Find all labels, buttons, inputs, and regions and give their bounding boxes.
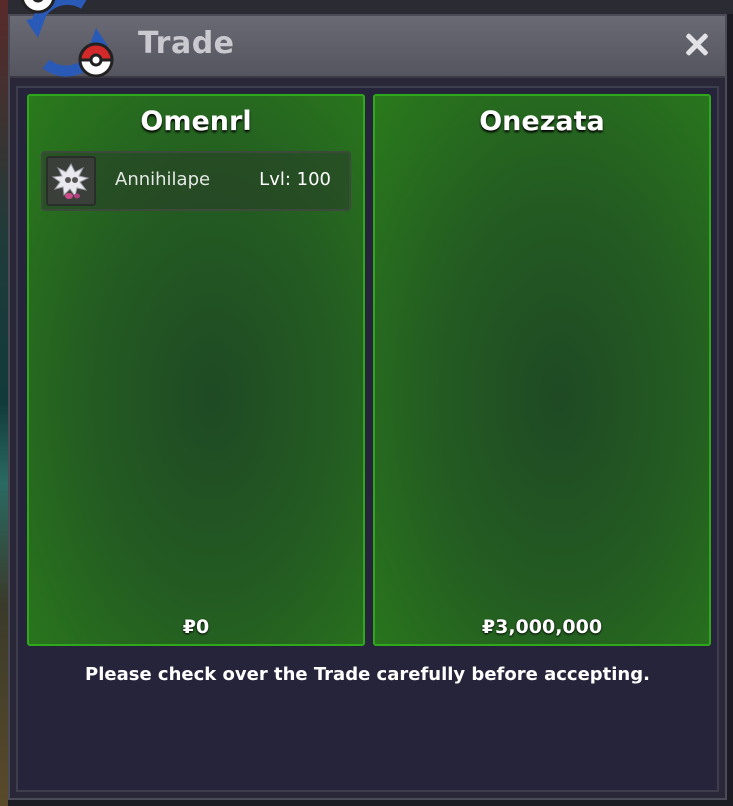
close-icon[interactable] xyxy=(679,26,715,62)
player-name-right: Onezata xyxy=(479,106,605,137)
trade-notice: Please check over the Trade carefully be… xyxy=(85,664,650,685)
money-offer-left: ₽0 xyxy=(182,616,210,638)
trade-content: Omenrl Annihilape Lvl: 100 ₽0 Onezata ₽3… xyxy=(16,86,719,792)
background-strip-left xyxy=(0,0,8,806)
trade-logo-icon xyxy=(14,0,120,82)
offer-panel-left: Omenrl Annihilape Lvl: 100 ₽0 xyxy=(27,94,365,646)
player-name-left: Omenrl xyxy=(140,106,252,137)
item-level: Lvl: 100 xyxy=(259,169,331,190)
money-offer-right: ₽3,000,000 xyxy=(481,616,603,638)
offer-panel-right: Onezata ₽3,000,000 xyxy=(373,94,711,646)
annihilape-sprite-icon xyxy=(46,156,96,206)
trade-item-slot[interactable]: Annihilape Lvl: 100 xyxy=(41,151,351,211)
window-title: Trade xyxy=(138,26,235,61)
item-name: Annihilape xyxy=(115,169,211,190)
trade-window: Trade Omenrl Annihilape Lvl: 100 ₽0 Onez… xyxy=(8,14,727,800)
